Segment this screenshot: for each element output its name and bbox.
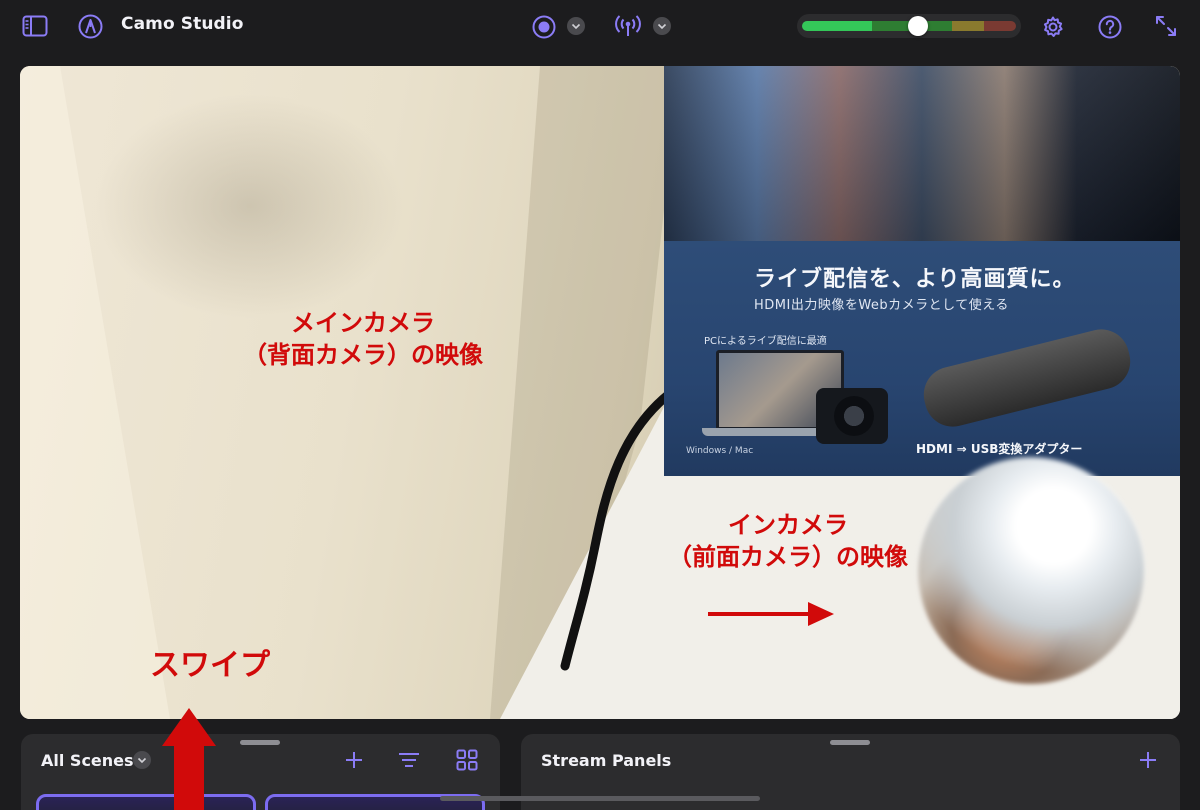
box-photo [664,66,1180,241]
question-mark-icon[interactable] [1097,14,1122,39]
audio-level-knob[interactable] [907,16,928,36]
annotation-main-camera-line1: メインカメラ [291,309,435,337]
top-toolbar: Camo Studio [0,0,1200,54]
audio-level-meter[interactable] [797,14,1021,38]
expand-arrows-icon[interactable] [1153,13,1179,39]
level-segment-amber [952,21,984,31]
home-indicator[interactable] [440,796,760,801]
product-box: ライブ配信を、より高画質に。 HDMI出力映像をWebカメラとして使える PCに… [664,66,1180,476]
front-camera-pip[interactable] [918,458,1144,684]
box-subline: HDMI出力映像をWebカメラとして使える [754,298,1009,313]
stream-options-chevron-icon[interactable] [653,17,671,35]
annotation-front-camera-line1: インカメラ [728,511,848,539]
annotation-main-camera-line2: （背面カメラ）の映像 [243,340,483,369]
scenes-panel-grabber[interactable] [240,740,280,745]
box-hdmi-label: HDMI ⇒ USB変換アダプター [916,442,1083,456]
annotation-swipe: スワイプ [150,648,270,683]
grid-icon[interactable] [455,748,479,772]
level-segment-red [984,21,1016,31]
box-os-label: Windows / Mac [686,446,754,456]
record-icon[interactable] [531,14,556,39]
stream-panel-grabber[interactable] [830,740,870,745]
gear-icon[interactable] [1040,14,1065,39]
annotation-main-camera: メインカメラ （背面カメラ）の映像 [198,308,528,371]
annotation-front-camera-line2: （前面カメラ）の映像 [668,542,908,571]
camera-lens [834,396,874,436]
record-options-chevron-icon[interactable] [567,17,585,35]
annotation-front-camera: インカメラ （前面カメラ）の映像 [638,510,938,573]
list-lines-icon[interactable] [398,749,420,771]
camera-preview[interactable]: ライブ配信を、より高画質に。 HDMI出力映像をWebカメラとして使える PCに… [20,66,1180,719]
scenes-panel-title[interactable]: All Scenes [41,751,134,770]
stream-panel-title: Stream Panels [541,751,672,770]
markup-pen-icon[interactable] [77,13,103,39]
sidebar-toggle-icon[interactable] [22,14,48,38]
scenes-dropdown-chevron-icon[interactable] [133,751,151,769]
box-pc-label: PCによるライブ配信に最適 [704,336,827,347]
level-segment-green [802,21,872,31]
box-headline: ライブ配信を、より高画質に。 [754,267,1076,292]
scenes-panel: All Scenes [21,734,500,810]
scene-card[interactable] [36,794,256,810]
plus-icon[interactable] [343,749,365,771]
broadcast-antenna-icon[interactable] [614,13,642,39]
plus-icon[interactable] [1137,749,1159,771]
app-title: Camo Studio [121,14,244,34]
